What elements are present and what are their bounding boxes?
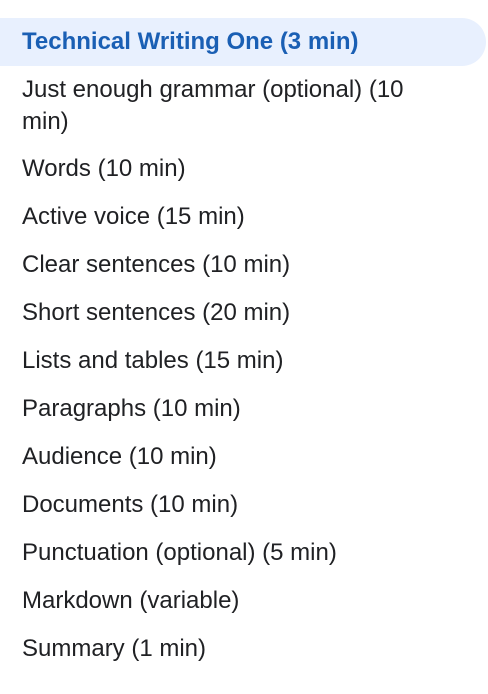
nav-item-words[interactable]: Words (10 min) xyxy=(0,153,488,185)
nav-item-summary[interactable]: Summary (1 min) xyxy=(0,633,488,665)
nav-item-audience[interactable]: Audience (10 min) xyxy=(0,441,488,473)
nav-item-documents[interactable]: Documents (10 min) xyxy=(0,489,488,521)
nav-item-markdown[interactable]: Markdown (variable) xyxy=(0,585,488,617)
nav-item-paragraphs[interactable]: Paragraphs (10 min) xyxy=(0,393,488,425)
nav-item-clear-sentences[interactable]: Clear sentences (10 min) xyxy=(0,249,488,281)
nav-item-technical-writing-one[interactable]: Technical Writing One (3 min) xyxy=(0,26,488,58)
nav-item-lists-and-tables[interactable]: Lists and tables (15 min) xyxy=(0,345,488,377)
nav-item-just-enough-grammar[interactable]: Just enough grammar (optional) (10 min) xyxy=(0,74,488,138)
nav-item-short-sentences[interactable]: Short sentences (20 min) xyxy=(0,297,488,329)
course-nav: Technical Writing One (3 min) Just enoug… xyxy=(0,0,488,694)
nav-item-punctuation[interactable]: Punctuation (optional) (5 min) xyxy=(0,537,488,569)
nav-item-active-voice[interactable]: Active voice (15 min) xyxy=(0,201,488,233)
